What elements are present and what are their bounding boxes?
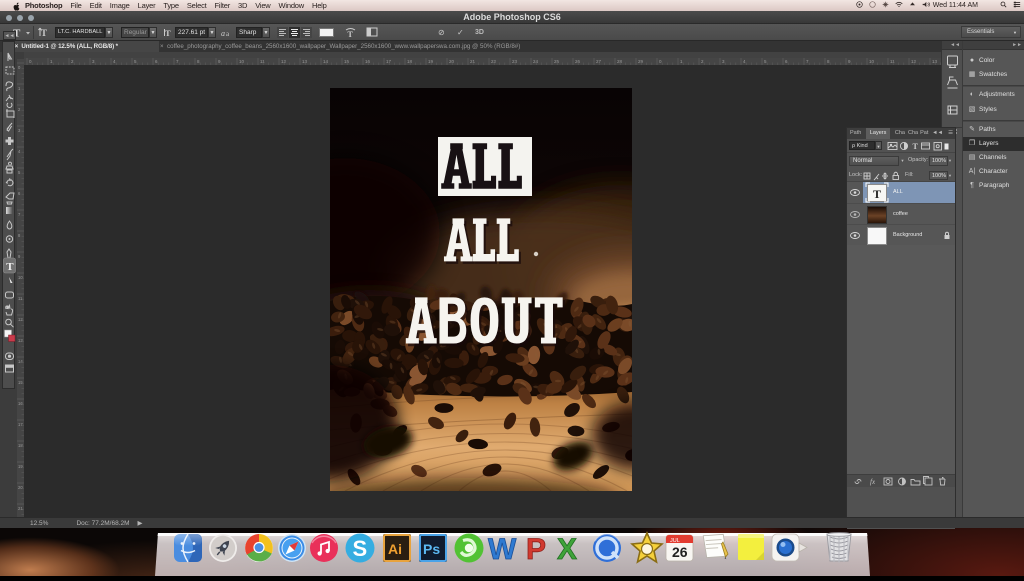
svg-text:27: 27 [596,59,602,64]
svg-text:29: 29 [638,59,644,64]
svg-text:20: 20 [449,59,455,64]
svg-text:10: 10 [239,59,245,64]
svg-text:14: 14 [18,359,23,364]
svg-text:16: 16 [18,401,23,406]
svg-text:17: 17 [386,59,392,64]
svg-text:12: 12 [281,59,287,64]
svg-text:15: 15 [18,380,23,385]
svg-text:21: 21 [470,59,476,64]
svg-text:T: T [6,261,14,273]
svg-text:T: T [41,28,47,38]
svg-text:10: 10 [18,275,23,280]
svg-text:11: 11 [18,296,23,301]
svg-text:18: 18 [407,59,413,64]
svg-text:17: 17 [18,422,23,427]
svg-text:T: T [348,30,354,39]
svg-text:19: 19 [428,59,434,64]
svg-text:26: 26 [575,59,581,64]
svg-text:11: 11 [260,59,265,64]
svg-text:a: a [221,29,225,38]
svg-text:X: X [557,533,577,566]
svg-text:18: 18 [18,443,23,448]
svg-text:12: 12 [18,317,23,322]
svg-text:23: 23 [512,59,518,64]
svg-text:fx: fx [870,478,876,486]
svg-text:14: 14 [323,59,329,64]
svg-text:26: 26 [672,544,688,560]
svg-text:20: 20 [18,485,23,490]
svg-text:10: 10 [869,59,875,64]
svg-text:11: 11 [890,59,895,64]
svg-text:22: 22 [491,59,497,64]
svg-text:Ps: Ps [423,541,440,557]
svg-text:13: 13 [18,338,23,343]
svg-text:13: 13 [302,59,308,64]
svg-text:S: S [353,536,368,561]
svg-text:28: 28 [617,59,623,64]
svg-text:P: P [526,533,546,566]
svg-text:16: 16 [365,59,371,64]
svg-text:T: T [165,28,171,38]
svg-text:12: 12 [911,59,917,64]
svg-text:W: W [488,533,517,566]
svg-text:13: 13 [932,59,938,64]
svg-text:19: 19 [18,464,23,469]
svg-text:a: a [226,30,230,38]
svg-text:21: 21 [18,506,23,511]
svg-text:25: 25 [554,59,560,64]
svg-text:15: 15 [344,59,350,64]
svg-text:T: T [913,142,919,151]
svg-text:24: 24 [533,59,539,64]
svg-text:Ai: Ai [388,541,402,557]
